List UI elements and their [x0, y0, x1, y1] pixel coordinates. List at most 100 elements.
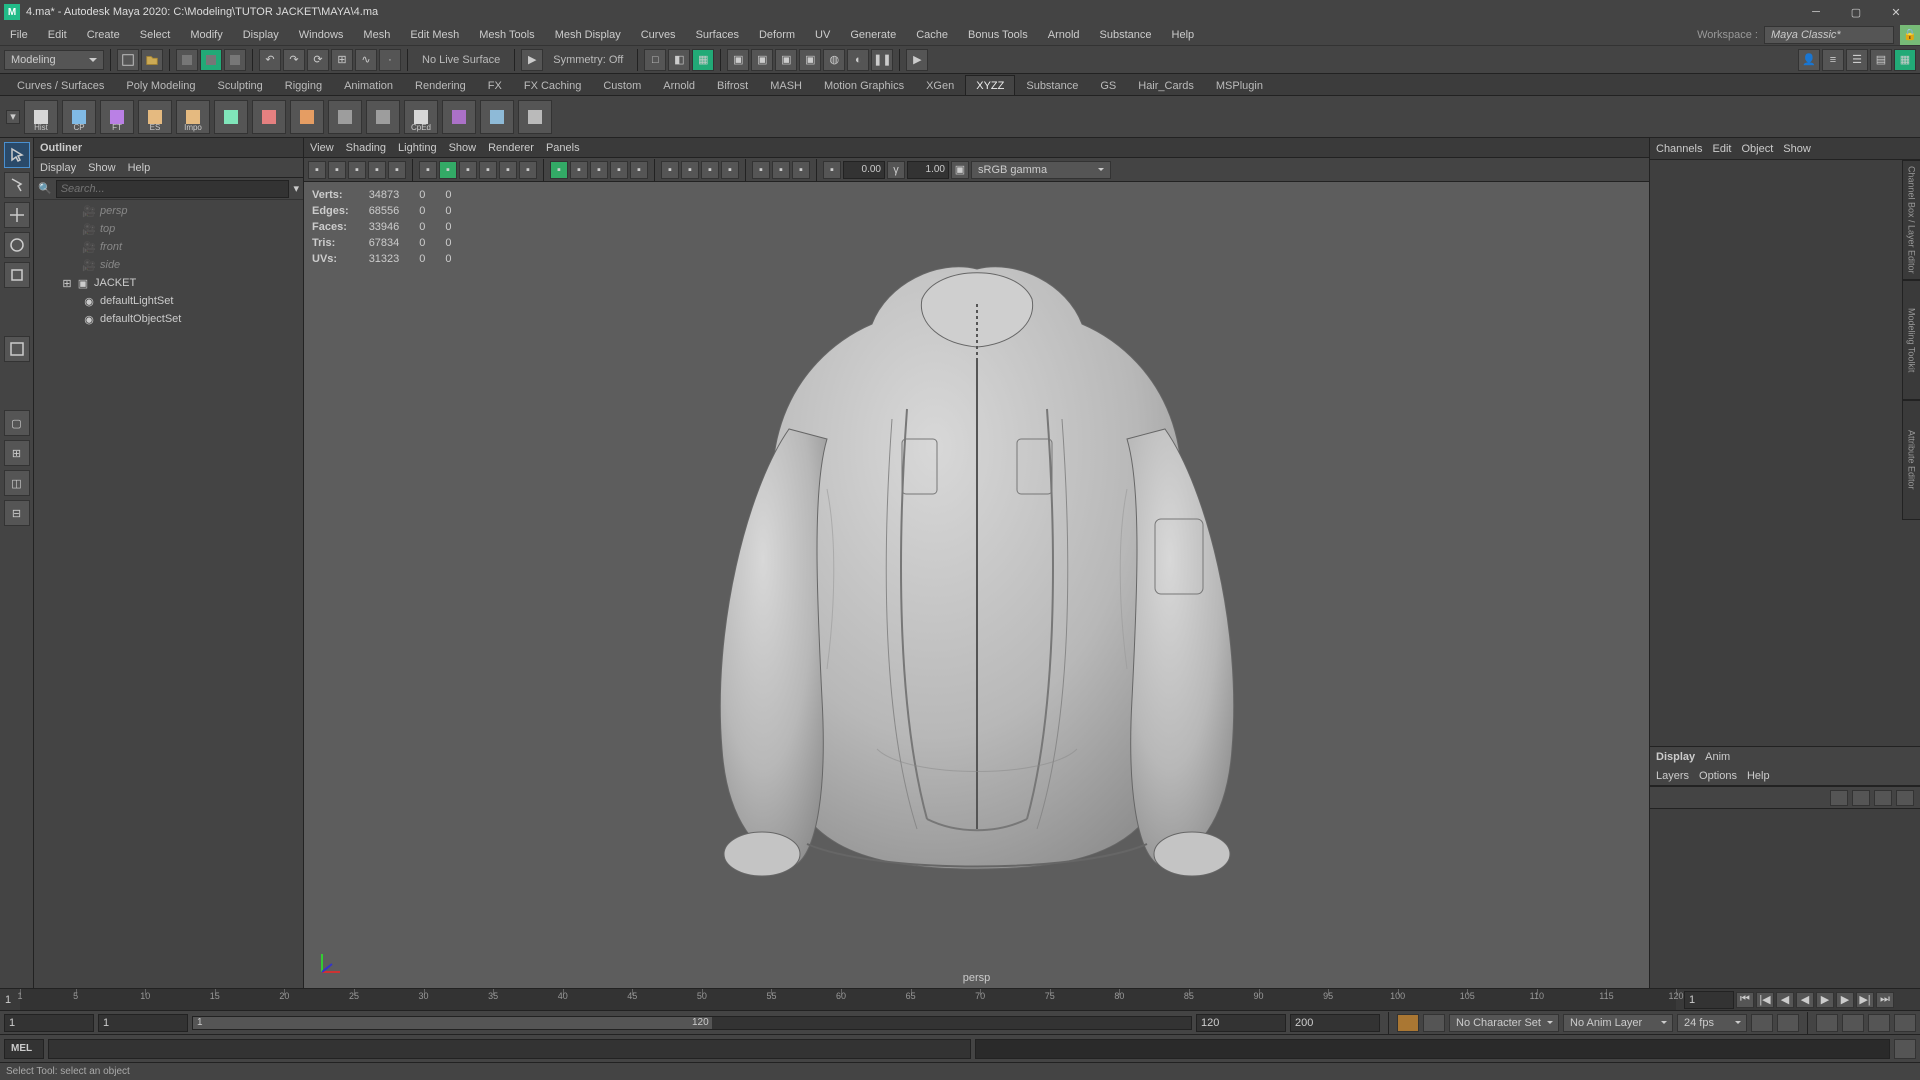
shelf-icon-Impo[interactable]: Impo	[176, 100, 210, 134]
menu-uv[interactable]: UV	[805, 24, 840, 45]
symmetry-icon[interactable]: ▶	[521, 49, 543, 71]
cbox-tab-channels[interactable]: Channels	[1656, 143, 1702, 155]
outliner-menu-show[interactable]: Show	[88, 162, 116, 174]
shelf-icon-6[interactable]	[252, 100, 286, 134]
cmd-lang-label[interactable]: MEL	[4, 1039, 44, 1059]
shelftab-fx-caching[interactable]: FX Caching	[513, 75, 592, 95]
command-input[interactable]	[48, 1039, 971, 1059]
key-icon[interactable]	[1868, 1014, 1890, 1032]
layer-move-up-icon[interactable]	[1852, 790, 1870, 806]
vp-grid[interactable]: ▪	[419, 161, 437, 179]
shelf-icon-7[interactable]	[290, 100, 324, 134]
autokey-icon[interactable]	[1397, 1014, 1419, 1032]
outliner-search-input[interactable]	[56, 180, 290, 198]
layer-move-down-icon[interactable]	[1874, 790, 1892, 806]
arrow-icon[interactable]: ▶	[906, 49, 928, 71]
shelf-menu-icon[interactable]: ▾	[6, 110, 20, 124]
pause-icon[interactable]: ❚❚	[871, 49, 893, 71]
outliner-menu-help[interactable]: Help	[128, 162, 151, 174]
shelftab-xyzz[interactable]: XYZZ	[965, 75, 1015, 95]
vp-safe-title[interactable]: ▪	[519, 161, 537, 179]
lasso-tool[interactable]	[4, 172, 30, 198]
shelftab-rigging[interactable]: Rigging	[274, 75, 333, 95]
sidetab-channelbox[interactable]: Channel Box / Layer Editor	[1902, 160, 1920, 280]
ipr-icon[interactable]: ▣	[751, 49, 773, 71]
wire-icon[interactable]: ▦	[692, 49, 714, 71]
expand-icon[interactable]: ⊞	[62, 277, 72, 290]
audio-icon[interactable]	[1816, 1014, 1838, 1032]
charset-icon[interactable]	[1423, 1014, 1445, 1032]
shelftab-mash[interactable]: MASH	[759, 75, 813, 95]
shelf-icon-CP[interactable]: CP	[62, 100, 96, 134]
range-start-outer[interactable]	[4, 1014, 94, 1032]
viewport-model-jacket[interactable]	[677, 229, 1277, 909]
shelftab-rendering[interactable]: Rendering	[404, 75, 477, 95]
vp-xray[interactable]: ▪	[772, 161, 790, 179]
select-object-icon[interactable]	[224, 49, 246, 71]
shelf-icon-13[interactable]	[518, 100, 552, 134]
layout-stack-icon[interactable]: ⊟	[4, 500, 30, 526]
shelftab-gs[interactable]: GS	[1089, 75, 1127, 95]
script-icon[interactable]	[1894, 1014, 1916, 1032]
workspace-dropdown[interactable]: Maya Classic*	[1764, 26, 1894, 44]
vp-lights[interactable]: ▪	[610, 161, 628, 179]
time-slider[interactable]: 1510152025303540455055606570758085909510…	[20, 989, 1676, 1010]
shelftab-poly-modeling[interactable]: Poly Modeling	[115, 75, 206, 95]
rotate-tool[interactable]	[4, 232, 30, 258]
menuset-dropdown[interactable]: Modeling	[4, 50, 104, 70]
cbox-tab-edit[interactable]: Edit	[1712, 143, 1731, 155]
vp-shadows[interactable]: ▪	[630, 161, 648, 179]
select-hierarchy-icon[interactable]	[200, 49, 222, 71]
menu-create[interactable]: Create	[77, 24, 130, 45]
range-slider[interactable]: 1 120	[192, 1016, 1192, 1030]
outliner-node-defaultObjectSet[interactable]: ◉defaultObjectSet	[34, 310, 303, 328]
snap-grid-icon[interactable]: ⊞	[331, 49, 353, 71]
current-frame-field[interactable]	[1684, 991, 1734, 1009]
menu-mesh-display[interactable]: Mesh Display	[545, 24, 631, 45]
layertab-display[interactable]: Display	[1656, 751, 1695, 763]
vp-image-plane[interactable]: ▪	[348, 161, 366, 179]
redo-icon[interactable]: ↷	[283, 49, 305, 71]
filter-dropdown-icon[interactable]: ▾	[293, 182, 299, 195]
vp-wireframe[interactable]: ▪	[550, 161, 568, 179]
shelftab-substance[interactable]: Substance	[1015, 75, 1089, 95]
vp-menu-lighting[interactable]: Lighting	[398, 142, 437, 154]
vp-dof[interactable]: ▪	[721, 161, 739, 179]
minimize-button[interactable]: ─	[1796, 1, 1836, 23]
range-pref-icon[interactable]	[1751, 1014, 1773, 1032]
prefs-icon[interactable]	[1842, 1014, 1864, 1032]
play-fwd-icon[interactable]: ▶	[1816, 992, 1834, 1008]
menu-arnold[interactable]: Arnold	[1038, 24, 1090, 45]
history-icon[interactable]: ⟳	[307, 49, 329, 71]
gamma-field[interactable]	[907, 161, 949, 179]
menu-display[interactable]: Display	[233, 24, 289, 45]
shelftab-custom[interactable]: Custom	[592, 75, 652, 95]
layers-menu-options[interactable]: Options	[1699, 770, 1737, 782]
vp-camera-select[interactable]: ▪	[308, 161, 326, 179]
vp-ao[interactable]: ▪	[661, 161, 679, 179]
shelf-icon-12[interactable]	[480, 100, 514, 134]
layout-four-icon[interactable]: ⊞	[4, 440, 30, 466]
vp-menu-view[interactable]: View	[310, 142, 334, 154]
shelftab-sculpting[interactable]: Sculpting	[207, 75, 274, 95]
outliner-node-defaultLightSet[interactable]: ◉defaultLightSet	[34, 292, 303, 310]
vp-smooth[interactable]: ▪	[570, 161, 588, 179]
range-end-inner[interactable]	[1196, 1014, 1286, 1032]
layer-visible-icon[interactable]	[1830, 790, 1848, 806]
cbox-tab-show[interactable]: Show	[1783, 143, 1811, 155]
vp-2d-pan[interactable]: ▪	[368, 161, 386, 179]
menu-cache[interactable]: Cache	[906, 24, 958, 45]
outliner-menu-display[interactable]: Display	[40, 162, 76, 174]
shelftab-hair-cards[interactable]: Hair_Cards	[1127, 75, 1205, 95]
character-set-dropdown[interactable]: No Character Set	[1449, 1014, 1559, 1032]
layout-two-icon[interactable]: ◫	[4, 470, 30, 496]
shelf-icon-9[interactable]	[366, 100, 400, 134]
renderview-icon[interactable]: ▣	[775, 49, 797, 71]
shelftab-msplugin[interactable]: MSPlugin	[1205, 75, 1274, 95]
shelf-icon-FT[interactable]: FT	[100, 100, 134, 134]
layer-new-icon[interactable]	[1896, 790, 1914, 806]
sidetab-modelingtoolkit[interactable]: Modeling Toolkit	[1902, 280, 1920, 400]
menu-edit[interactable]: Edit	[38, 24, 77, 45]
last-tool[interactable]	[4, 336, 30, 362]
vp-safe[interactable]: ▪	[499, 161, 517, 179]
